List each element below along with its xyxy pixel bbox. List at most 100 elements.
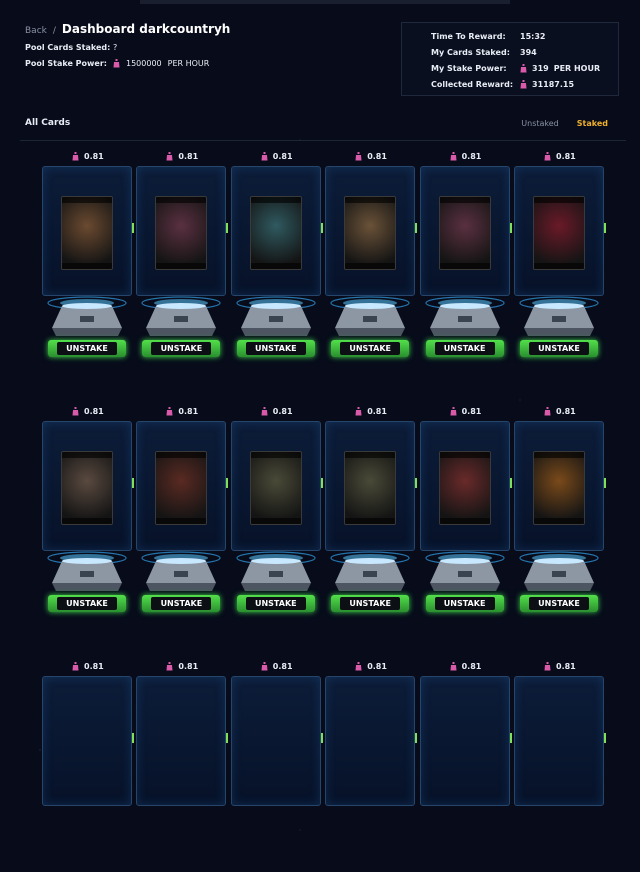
unstake-button[interactable]: UNSTAKE xyxy=(236,340,315,357)
unstake-button[interactable]: UNSTAKE xyxy=(425,340,504,357)
card-cost: 0.81 xyxy=(355,662,387,671)
unstake-button[interactable]: UNSTAKE xyxy=(520,340,598,357)
card-slot: 0.81 UNSTAKE xyxy=(136,152,229,362)
unstake-button-label: UNSTAKE xyxy=(529,597,589,610)
card-frame[interactable] xyxy=(42,676,134,806)
stake-pedestal-icon xyxy=(518,549,600,597)
unstake-button[interactable]: UNSTAKE xyxy=(425,595,504,612)
unstake-button[interactable]: UNSTAKE xyxy=(142,595,221,612)
card-cost-value: 0.81 xyxy=(556,662,576,671)
my-cards-staked-row: My Cards Staked: 394 xyxy=(431,44,618,60)
potion-icon xyxy=(113,59,120,68)
my-stake-power-label: My Stake Power: xyxy=(431,63,507,73)
unstake-button[interactable]: UNSTAKE xyxy=(520,595,598,612)
potion-icon xyxy=(166,407,173,416)
card-cost: 0.81 xyxy=(544,662,576,671)
unstake-button[interactable]: UNSTAKE xyxy=(142,340,221,357)
card-frame[interactable] xyxy=(230,166,323,296)
card-frame[interactable] xyxy=(419,676,512,806)
card-cost: 0.81 xyxy=(355,407,387,416)
potion-icon xyxy=(544,662,551,671)
unstake-button[interactable]: UNSTAKE xyxy=(331,595,410,612)
card-cost: 0.81 xyxy=(261,407,293,416)
card-cost: 0.81 xyxy=(355,152,387,161)
card-slot: 0.81 xyxy=(42,662,134,872)
potion-icon xyxy=(355,407,362,416)
card-frame[interactable] xyxy=(230,421,323,551)
card-slot: 0.81 UNSTAKE xyxy=(230,152,323,362)
stake-pedestal-icon xyxy=(424,549,506,597)
card-slot: 0.81 xyxy=(136,662,229,872)
tab-staked[interactable]: Staked xyxy=(577,119,608,128)
my-stake-power-row: My Stake Power: 319 PER HOUR xyxy=(431,60,618,76)
card-art xyxy=(155,451,208,525)
card-slot: 0.81 UNSTAKE xyxy=(42,407,134,617)
unstake-button-label: UNSTAKE xyxy=(245,597,306,610)
stake-pedestal-icon xyxy=(46,549,128,597)
time-to-reward-value: 15:32 xyxy=(520,31,546,41)
unstake-button[interactable]: UNSTAKE xyxy=(236,595,315,612)
card-art xyxy=(344,451,397,525)
stake-filter: Unstaked Staked xyxy=(521,119,608,128)
card-frame[interactable] xyxy=(136,166,229,296)
card-frame[interactable] xyxy=(42,421,134,551)
unstake-button[interactable]: UNSTAKE xyxy=(331,340,410,357)
card-art xyxy=(438,196,491,270)
card-cost: 0.81 xyxy=(450,407,482,416)
back-link[interactable]: Back xyxy=(25,26,47,36)
unstake-button-label: UNSTAKE xyxy=(151,597,212,610)
card-slot: 0.81 UNSTAKE xyxy=(325,152,418,362)
tab-unstaked[interactable]: Unstaked xyxy=(521,119,558,128)
card-frame[interactable] xyxy=(136,676,229,806)
card-cost: 0.81 xyxy=(166,152,198,161)
card-slot: 0.81 UNSTAKE xyxy=(514,407,606,617)
card-cost-value: 0.81 xyxy=(272,662,293,671)
card-frame[interactable] xyxy=(514,166,606,296)
card-slot: 0.81 xyxy=(419,662,512,872)
card-art xyxy=(61,451,113,525)
card-cost-value: 0.81 xyxy=(461,662,482,671)
card-frame[interactable] xyxy=(419,421,512,551)
my-cards-staked-value: 394 xyxy=(520,47,537,57)
card-frame[interactable] xyxy=(325,676,418,806)
unstake-button-label: UNSTAKE xyxy=(245,342,306,355)
card-slot: 0.81 xyxy=(514,662,606,872)
unstake-button[interactable]: UNSTAKE xyxy=(48,595,126,612)
card-cost: 0.81 xyxy=(261,662,293,671)
unstake-button[interactable]: UNSTAKE xyxy=(48,340,126,357)
card-frame[interactable] xyxy=(325,166,418,296)
card-frame[interactable] xyxy=(514,421,606,551)
card-frame[interactable] xyxy=(419,166,512,296)
potion-icon xyxy=(520,79,527,89)
pool-power-value: 1500000 xyxy=(126,59,162,68)
breadcrumb: Back / Dashboard darkcountryh xyxy=(25,22,230,36)
card-cost-value: 0.81 xyxy=(178,407,199,416)
card-frame[interactable] xyxy=(42,166,134,296)
card-frame[interactable] xyxy=(514,676,606,806)
card-art xyxy=(61,196,113,270)
potion-icon xyxy=(72,152,79,161)
card-cost-value: 0.81 xyxy=(272,407,293,416)
top-banner xyxy=(140,0,510,4)
card-art xyxy=(155,196,208,270)
cards-toolbar: All Cards Unstaked Staked xyxy=(25,118,610,128)
card-frame[interactable] xyxy=(230,676,323,806)
card-slot: 0.81 UNSTAKE xyxy=(42,152,134,362)
card-cost: 0.81 xyxy=(72,407,104,416)
card-frame[interactable] xyxy=(136,421,229,551)
card-slot: 0.81 xyxy=(230,662,323,872)
potion-icon xyxy=(544,407,551,416)
card-cost-value: 0.81 xyxy=(84,662,104,671)
card-slot: 0.81 UNSTAKE xyxy=(419,152,512,362)
card-cost-value: 0.81 xyxy=(461,407,482,416)
potion-icon xyxy=(261,662,268,671)
collected-reward-row: Collected Reward: 31187.15 xyxy=(431,76,618,92)
collected-reward-label: Collected Reward: xyxy=(431,79,514,89)
potion-icon xyxy=(544,152,551,161)
card-cost-value: 0.81 xyxy=(461,152,482,161)
card-cost-value: 0.81 xyxy=(367,662,387,671)
pool-cards-staked-row: Pool Cards Staked: ? xyxy=(25,43,230,52)
card-frame[interactable] xyxy=(325,421,418,551)
time-to-reward-row: Time To Reward: 15:32 xyxy=(431,28,618,44)
card-cost-value: 0.81 xyxy=(367,407,387,416)
